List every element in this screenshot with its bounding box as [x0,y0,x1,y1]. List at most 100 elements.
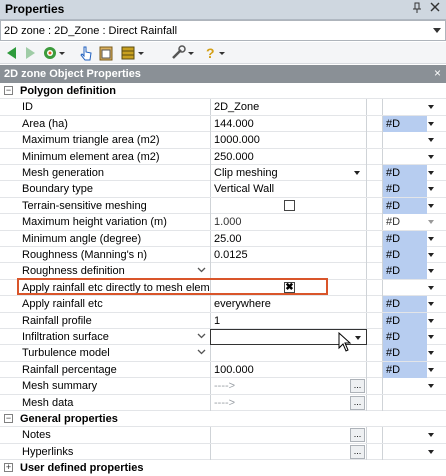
prop-value-id[interactable]: 2D_Zone [210,99,367,116]
category-polygon-definition[interactable]: − Polygon definition [0,83,446,100]
prop-flag-cell[interactable]: #D [383,165,438,181]
prop-flag-cell[interactable] [383,132,438,148]
data-flag-badge: #D [383,115,427,132]
prop-value-rainfall-profile[interactable]: 1 [210,312,367,329]
prop-mid-cell [367,132,383,149]
prop-mid-cell [367,181,383,198]
wrench-icon[interactable] [170,45,186,61]
prop-value-rainfall-percentage[interactable]: 100.000 [210,361,367,378]
prop-label: Boundary type [22,183,93,196]
prop-row-terrain-sensitive-meshing: Terrain-sensitive meshing #D [0,197,446,215]
prop-flag-cell[interactable]: #D [383,296,438,313]
prop-label: ID [22,101,33,114]
chevron-down-icon [428,384,434,389]
prop-value-roughness-definition[interactable] [210,263,367,280]
prop-flag-cell[interactable] [383,149,438,165]
prop-flag-cell[interactable]: #D [383,214,438,230]
prop-value-apply-rainfall[interactable]: everywhere [210,296,367,313]
prop-flag-cell[interactable] [383,444,438,460]
collapse-icon[interactable]: − [4,414,13,423]
object-selector-dropdown[interactable]: 2D zone : 2D_Zone : Direct Rainfall [0,20,446,41]
help-icon[interactable]: ? [202,45,218,61]
prop-value-mesh-summary[interactable]: ---->... [210,378,367,395]
database-dropdown-chevron-icon[interactable] [137,45,145,61]
wrench-dropdown-chevron-icon[interactable] [187,45,195,61]
prop-flag-cell[interactable] [383,280,438,296]
prop-value-mesh-generation[interactable]: Clip meshing [210,165,367,181]
prop-label: Apply rainfall etc directly to mesh elem [22,281,210,294]
prop-value-roughness-manning[interactable]: 0.0125 [210,247,367,263]
prop-flag-cell [383,395,438,411]
prop-row-rainfall-percentage: Rainfall percentage 100.000 #D [0,361,446,379]
prop-row-area: Area (ha) 144.000 #D [0,115,446,133]
expand-icon[interactable]: + [4,463,13,473]
expand-chevron-icon[interactable] [197,347,206,359]
prop-flag-cell[interactable]: #D [383,247,438,263]
prop-value-apply-rainfall-directly[interactable]: ✖ [210,279,367,296]
ellipsis-button[interactable]: ... [350,428,365,443]
object-selector-value: 2D zone : 2D_Zone : Direct Rainfall [4,25,178,37]
prop-row-mesh-summary: Mesh summary ---->... [0,378,446,395]
data-flag-badge: #D [383,345,427,362]
terrain-sensitive-checkbox[interactable] [284,199,295,211]
prop-flag-cell[interactable]: #D [383,181,438,198]
prop-flag-cell[interactable] [383,378,438,394]
filter-dropdown-chevron-icon[interactable] [58,45,66,61]
prop-flag-cell[interactable]: #D [383,230,438,247]
chevron-down-icon [428,220,434,225]
chevron-down-icon [428,154,434,159]
chevron-down-icon[interactable] [354,171,360,175]
prop-value-max-triangle-area[interactable]: 1000.000 [210,132,367,149]
pin-icon[interactable] [409,2,424,17]
category-general-properties[interactable]: − General properties [0,411,446,428]
chevron-down-icon [428,367,434,372]
prop-value-boundary-type[interactable]: Vertical Wall [210,181,367,198]
close-icon[interactable] [427,2,442,17]
prop-flag-cell[interactable]: #D [383,197,438,214]
prop-value-min-element-area[interactable]: 250.000 [210,148,367,165]
prop-value-area[interactable]: 144.000 [210,115,367,132]
prop-row-boundary-type: Boundary type Vertical Wall #D [0,181,446,198]
prop-flag-cell[interactable]: #D [383,329,438,345]
properties-titlebar: Properties [0,0,446,20]
database-icon[interactable] [120,45,136,61]
forward-arrow-icon[interactable] [22,45,38,61]
filter-icon[interactable] [42,45,58,61]
prop-flag-cell[interactable]: #D [383,361,438,378]
category-user-defined-properties[interactable]: + User defined properties [0,460,446,476]
paste-icon[interactable] [98,45,114,61]
ellipsis-button[interactable]: ... [350,395,365,410]
pointer-icon[interactable] [78,45,94,61]
prop-value-min-angle[interactable]: 25.00 [210,230,367,247]
expand-chevron-icon[interactable] [197,331,206,343]
help-dropdown-chevron-icon[interactable] [218,45,226,61]
chevron-down-icon[interactable] [355,336,361,340]
prop-flag-cell[interactable] [383,427,438,443]
collapse-icon[interactable]: − [4,86,13,95]
prop-label: Minimum element area (m2) [22,150,160,163]
prop-value-notes[interactable]: ... [210,427,367,444]
prop-mid-cell [367,312,383,329]
prop-flag-cell[interactable] [383,99,438,115]
chevron-down-icon [428,105,434,110]
data-flag-badge: #D [383,361,427,378]
back-arrow-icon[interactable] [4,45,20,61]
prop-row-id: ID 2D_Zone [0,99,446,116]
prop-flag-cell[interactable]: #D [383,312,438,329]
prop-flag-cell[interactable]: #D [383,345,438,362]
prop-value-mesh-data[interactable]: ---->... [210,394,367,411]
data-flag-badge: #D [383,181,427,198]
prop-flag-cell[interactable]: #D [383,115,438,132]
ellipsis-button[interactable]: ... [350,444,365,459]
prop-label: Infiltration surface [22,331,109,343]
close-icon[interactable]: × [433,66,441,80]
chevron-down-icon [428,203,434,208]
data-flag-badge: #D [383,312,427,329]
apply-rainfall-directly-checkbox[interactable]: ✖ [284,281,295,293]
prop-value-hyperlinks[interactable]: ... [210,443,367,460]
prop-flag-cell[interactable]: #D [383,263,438,280]
prop-value-terrain-sensitive-meshing[interactable] [210,197,367,214]
expand-chevron-icon[interactable] [197,265,206,277]
prop-value-max-height-variation[interactable]: 1.000 [210,214,367,231]
ellipsis-button[interactable]: ... [350,379,365,394]
